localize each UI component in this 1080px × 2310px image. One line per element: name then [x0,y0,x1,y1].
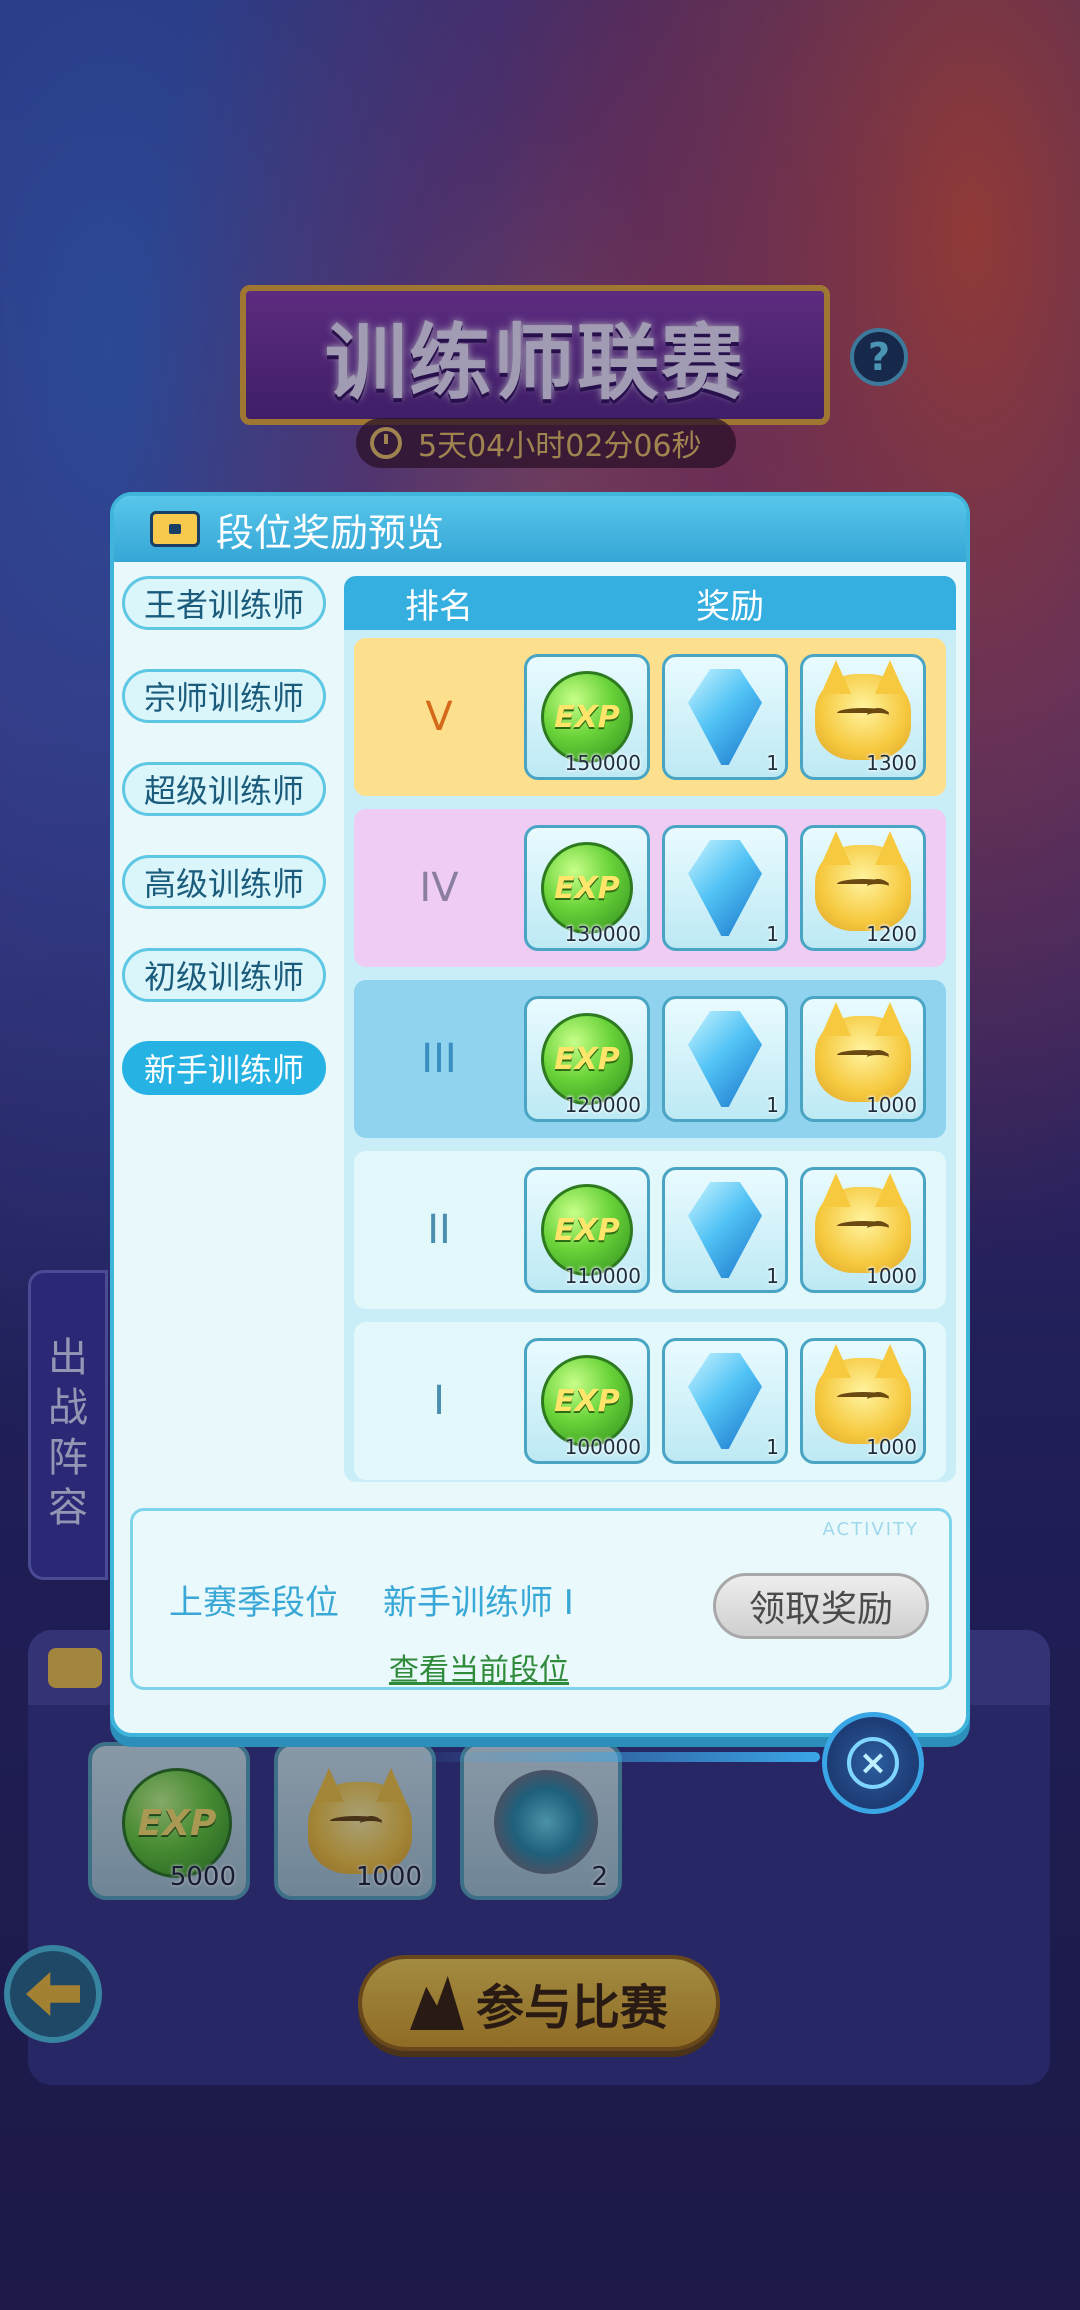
item-qty: 110000 [564,1264,641,1288]
exp-orb-icon: EXP [541,842,633,934]
last-season-value: 新手训练师 I [383,1583,574,1623]
exp-orb-icon: EXP [541,1013,633,1105]
item-gem[interactable]: 1 [662,1167,788,1293]
table-header: 排名 奖励 [344,576,956,630]
tier-tab-junior[interactable]: 初级训练师 [122,948,326,1002]
item-cat-coin[interactable]: 1000 [800,1167,926,1293]
blue-gem-icon [688,1182,762,1278]
close-modal-button[interactable]: × [822,1712,924,1814]
table-row: IV EXP 130000 1 1200 [354,809,946,967]
tier-list: 王者训练师 宗师训练师 超级训练师 高级训练师 初级训练师 新手训练师 [122,576,342,1134]
table-row: III EXP 120000 1 1000 [354,980,946,1138]
table-row: II EXP 110000 1 1000 [354,1151,946,1309]
blue-gem-icon [688,1353,762,1449]
modal-title: 段位奖励预览 [216,510,445,555]
item-qty: 1 [766,1435,779,1459]
cat-coin-icon [815,674,911,760]
tier-tab-super[interactable]: 超级训练师 [122,762,326,816]
tier-tab-novice[interactable]: 新手训练师 [122,1041,326,1095]
item-gem[interactable]: 1 [662,654,788,780]
item-qty: 1000 [866,1264,917,1288]
item-qty: 1 [766,1264,779,1288]
blue-gem-icon [688,669,762,765]
item-qty: 1200 [866,922,917,946]
activity-tag: ACTIVITY [822,1519,919,1540]
item-qty: 120000 [564,1093,641,1117]
item-cat-coin[interactable]: 1200 [800,825,926,951]
item-exp[interactable]: EXP 110000 [524,1167,650,1293]
view-current-rank-link[interactable]: 查看当前段位 [389,1645,569,1689]
item-qty: 1000 [866,1093,917,1117]
claim-reward-button[interactable]: 领取奖励 [713,1573,929,1639]
item-qty: 130000 [564,922,641,946]
blue-gem-icon [688,840,762,936]
rank-label: II [427,1207,451,1253]
item-qty: 150000 [564,751,641,775]
item-gem[interactable]: 1 [662,996,788,1122]
item-qty: 1300 [866,751,917,775]
item-gem[interactable]: 1 [662,1338,788,1464]
item-cat-coin[interactable]: 1000 [800,996,926,1122]
item-exp[interactable]: EXP 100000 [524,1338,650,1464]
item-exp[interactable]: EXP 150000 [524,654,650,780]
blue-gem-icon [688,1011,762,1107]
cat-coin-icon [815,845,911,931]
tier-tab-advanced[interactable]: 高级训练师 [122,855,326,909]
col-rank: 排名 [405,586,473,627]
item-cat-coin[interactable]: 1000 [800,1338,926,1464]
cat-coin-icon [815,1358,911,1444]
rank-label: V [425,694,453,740]
reward-table: 排名 奖励 V EXP 150000 1 1300 IV EXP 130000 … [344,576,956,1482]
rank-label: IV [419,865,459,911]
last-season-info: ACTIVITY 上赛季段位 新手训练师 I 领取奖励 查看当前段位 [130,1508,952,1690]
close-decoration [400,1752,820,1762]
rank-reward-preview-modal: 段位奖励预览 王者训练师 宗师训练师 超级训练师 高级训练师 初级训练师 新手训… [110,492,970,1737]
item-cat-coin[interactable]: 1300 [800,654,926,780]
tier-tab-grandmaster[interactable]: 宗师训练师 [122,669,326,723]
item-gem[interactable]: 1 [662,825,788,951]
col-reward: 奖励 [696,586,764,627]
close-icon: × [847,1737,899,1789]
tier-tab-king[interactable]: 王者训练师 [122,576,326,630]
exp-orb-icon: EXP [541,671,633,763]
chest-icon [150,511,200,547]
exp-orb-icon: EXP [541,1355,633,1447]
rank-label: I [433,1378,445,1424]
exp-orb-icon: EXP [541,1184,633,1276]
item-qty: 1 [766,922,779,946]
last-season-label: 上赛季段位 [169,1583,339,1623]
modal-header: 段位奖励预览 [114,496,966,562]
cat-coin-icon [815,1016,911,1102]
item-qty: 1000 [866,1435,917,1459]
rank-label: III [421,1036,457,1082]
item-qty: 100000 [564,1435,641,1459]
item-qty: 1 [766,1093,779,1117]
table-row: V EXP 150000 1 1300 [354,638,946,796]
table-row: I EXP 100000 1 1000 [354,1322,946,1480]
cat-coin-icon [815,1187,911,1273]
item-qty: 1 [766,751,779,775]
item-exp[interactable]: EXP 130000 [524,825,650,951]
item-exp[interactable]: EXP 120000 [524,996,650,1122]
